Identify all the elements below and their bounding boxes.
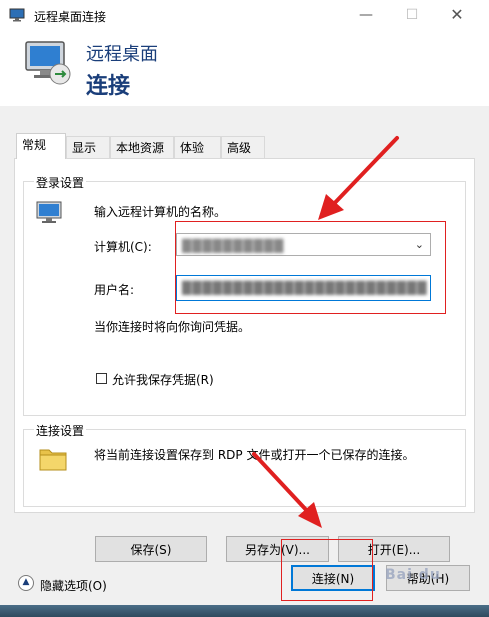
- folder-icon: [39, 449, 67, 471]
- collapse-options-icon[interactable]: ▲: [18, 575, 34, 591]
- username-label: 用户名:: [94, 283, 135, 297]
- tab-general[interactable]: 常规: [16, 133, 66, 159]
- login-settings-group: 登录设置 输入远程计算机的名称。 计算机(C): ██████████ ⌄ 用户…: [23, 174, 466, 416]
- dialog-body: 常规 显示 本地资源 体验 高级 登录设置 输入远程计算机的名称。 计算机(C)…: [0, 106, 489, 617]
- banner-subtitle: 远程桌面: [86, 44, 158, 65]
- header-banner: 远程桌面 连接: [0, 30, 489, 106]
- monitor-connection-icon: [25, 41, 71, 85]
- minimize-button[interactable]: —: [355, 4, 377, 26]
- title-bar: 远程桌面连接 — ☐ ✕: [0, 0, 489, 30]
- computer-combobox[interactable]: ██████████ ⌄: [176, 233, 431, 256]
- tab-local-resources[interactable]: 本地资源: [110, 136, 174, 158]
- username-input[interactable]: ████████████████████████: [176, 275, 431, 301]
- maximize-button[interactable]: ☐: [401, 4, 423, 26]
- save-button[interactable]: 保存(S): [95, 536, 207, 562]
- computer-icon: [36, 201, 62, 223]
- login-settings-title: 登录设置: [34, 174, 87, 191]
- window-title: 远程桌面连接: [34, 10, 107, 24]
- hide-options-link[interactable]: 隐藏选项(O): [40, 577, 107, 594]
- tab-advanced[interactable]: 高级: [221, 136, 265, 158]
- username-value: ████████████████████████: [182, 281, 428, 295]
- credential-hint: 当你连接时将向你询问凭据。: [94, 320, 251, 334]
- remote-desktop-icon: [9, 8, 25, 22]
- computer-label: 计算机(C):: [94, 240, 152, 254]
- connect-button[interactable]: 连接(N): [291, 565, 375, 591]
- save-credentials-checkbox[interactable]: [96, 373, 107, 384]
- save-credentials-label[interactable]: 允许我保存凭据(R): [112, 371, 214, 388]
- connection-settings-title: 连接设置: [34, 422, 87, 439]
- computer-value: ██████████: [182, 239, 285, 253]
- watermark: Bai du: [385, 567, 441, 583]
- connection-description: 将当前连接设置保存到 RDP 文件或打开一个已保存的连接。: [94, 448, 415, 462]
- computer-name-prompt: 输入远程计算机的名称。: [94, 205, 227, 219]
- save-as-button[interactable]: 另存为(V)...: [226, 536, 329, 562]
- general-tab-panel: 登录设置 输入远程计算机的名称。 计算机(C): ██████████ ⌄ 用户…: [14, 158, 475, 562]
- chevron-down-icon[interactable]: ⌄: [415, 238, 424, 251]
- banner-title: 连接: [86, 74, 131, 99]
- tab-experience[interactable]: 体验: [174, 136, 221, 158]
- open-button[interactable]: 打开(E)...: [338, 536, 450, 562]
- desktop-background: [0, 605, 489, 617]
- connection-settings-group: 连接设置 将当前连接设置保存到 RDP 文件或打开一个已保存的连接。: [23, 422, 466, 507]
- close-button[interactable]: ✕: [446, 4, 468, 26]
- tab-display[interactable]: 显示: [66, 136, 110, 158]
